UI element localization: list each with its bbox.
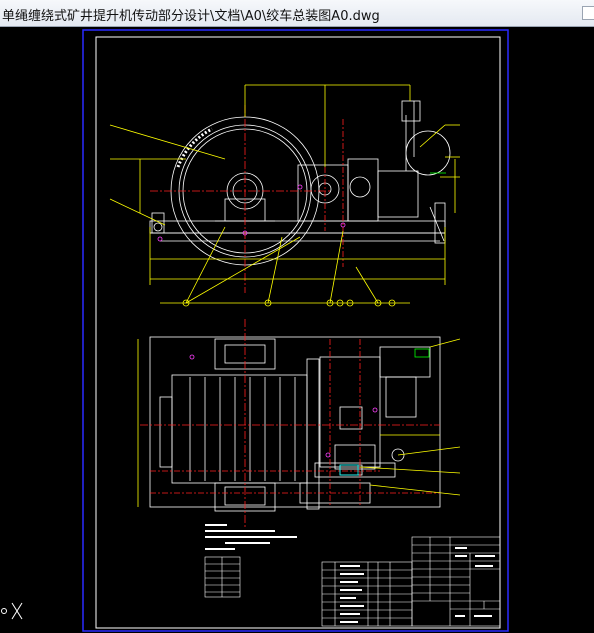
window-control-button[interactable] bbox=[582, 6, 594, 20]
sheet-boundary bbox=[82, 29, 509, 632]
window-titlebar: 单绳缠绕式矿井提升机传动部分设计\文档\A0\绞车总装图A0.dwg bbox=[0, 0, 594, 27]
drawing-canvas[interactable] bbox=[0, 27, 594, 633]
title-block bbox=[411, 536, 501, 627]
front-view bbox=[109, 84, 460, 307]
drawing-frame bbox=[95, 36, 501, 629]
top-view bbox=[137, 319, 461, 527]
technical-notes-block bbox=[205, 524, 297, 550]
parameters-table bbox=[204, 556, 241, 598]
parts-list-table bbox=[321, 561, 413, 627]
window-title: 单绳缠绕式矿井提升机传动部分设计\文档\A0\绞车总装图A0.dwg bbox=[2, 9, 380, 24]
ucs-axis-icon bbox=[1, 602, 23, 620]
cad-drawing[interactable] bbox=[0, 27, 594, 633]
